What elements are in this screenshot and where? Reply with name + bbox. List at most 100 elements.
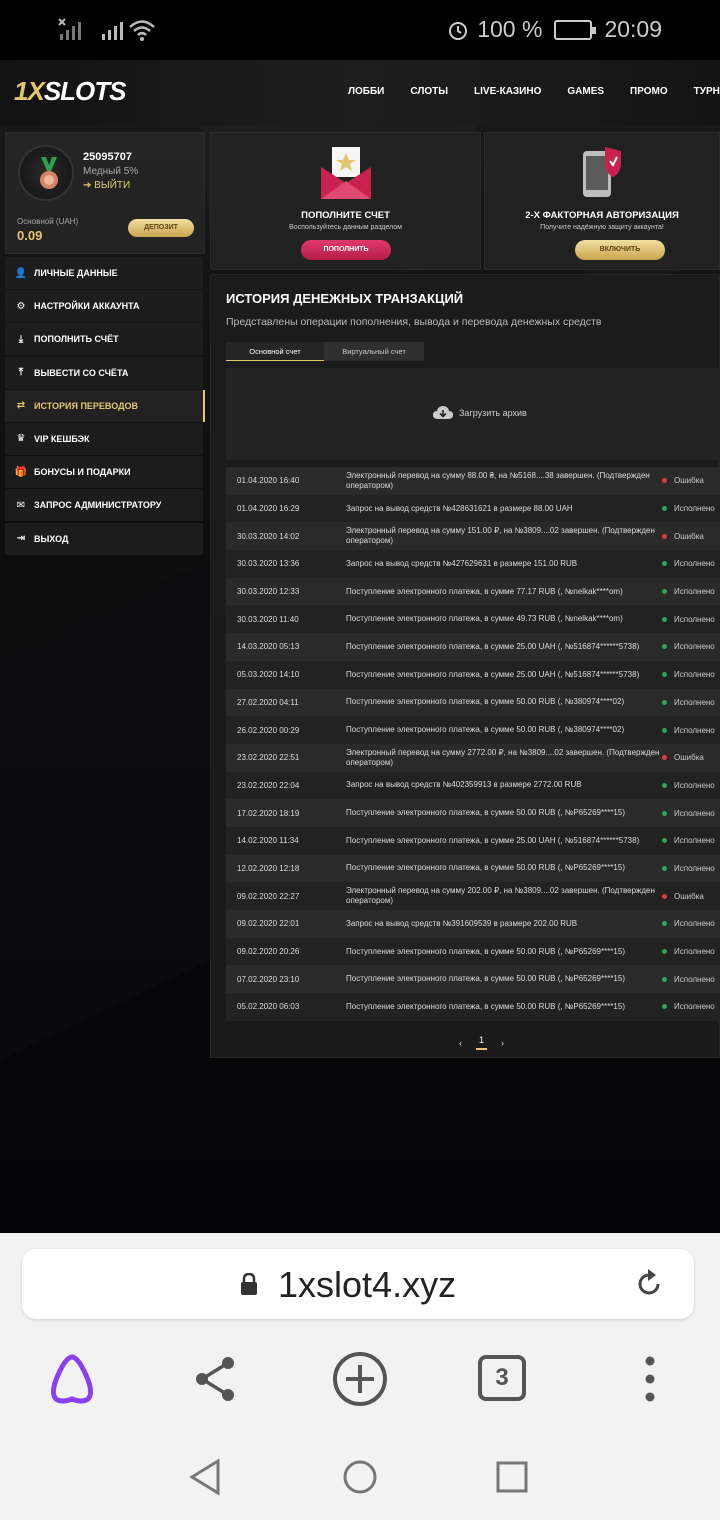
table-row: 09.02.2020 22:01 Запрос на вывод средств … (226, 910, 720, 938)
status-dot-icon (662, 672, 667, 678)
promo-2fa-button[interactable]: ВКЛЮЧИТЬ (575, 240, 665, 260)
menu-deposit[interactable]: ⤓ ПОПОЛНИТЬ СЧЁТ (5, 323, 203, 356)
status-dot-icon (662, 727, 667, 733)
tab-main-account[interactable]: Основной счет (226, 342, 324, 361)
exit-icon: ➔ (83, 180, 95, 191)
row-status: Исполнено (660, 781, 715, 790)
status-dot-icon (662, 1004, 667, 1010)
signal-no-service-icon (58, 18, 81, 40)
archive-area: Загрузить архив (226, 368, 720, 460)
promo-deposit-title: ПОПОЛНИТЕ СЧЕТ (301, 210, 390, 221)
menu-withdraw[interactable]: ⤒ ВЫВЕСТИ СО СЧЁТА (5, 356, 203, 389)
site-logo[interactable]: 1XSLOTS (14, 76, 126, 107)
phone-shield-icon (583, 147, 621, 197)
nav-tournaments[interactable]: ТУРНИРЫ (694, 86, 720, 97)
tab-virtual-account[interactable]: Виртуальный счет (324, 342, 424, 361)
download-icon: ⤓ (18, 333, 24, 345)
table-row: 01.04.2020 16:40 Электронный перевод на с… (226, 467, 720, 495)
alice-assistant-icon[interactable] (44, 1351, 100, 1407)
table-row: 23.02.2020 22:51 Электронный перевод на с… (226, 743, 720, 772)
row-status: Ошибка (660, 532, 704, 541)
table-row: 01.04.2020 16:29 Запрос на вывод средств … (226, 494, 720, 523)
nav-slots[interactable]: СЛОТЫ (410, 86, 448, 97)
promo-deposit-button[interactable]: ПОПОЛНИТЬ (301, 240, 391, 260)
row-status: Ошибка (660, 753, 704, 762)
promo-2fa-subtitle: Получите надёжную защиту аккаунта! (540, 224, 664, 231)
row-description: Запрос на вывод средств №427629631 в раз… (346, 558, 578, 568)
row-status: Исполнено (660, 947, 715, 956)
new-tab-icon[interactable] (332, 1351, 388, 1407)
status-dot-icon (662, 589, 667, 595)
reload-icon[interactable] (634, 1269, 664, 1299)
alarm-icon (449, 21, 468, 40)
row-description: Поступление электронного платежа, в сумм… (346, 808, 625, 818)
clock: 20:09 (604, 16, 662, 42)
share-icon[interactable] (188, 1351, 244, 1407)
menu-account-settings[interactable]: ⚙ НАСТРОЙКИ АККАУНТА (5, 290, 203, 323)
profile-card: 25095707 Медный 5% ➔ ВЫЙТИ Основной (UAH… (5, 132, 205, 254)
address-bar[interactable]: 1xslot4.xyz (22, 1249, 694, 1319)
table-row: 09.02.2020 20:26 Поступление электронного… (226, 937, 720, 966)
history-title: ИСТОРИЯ ДЕНЕЖНЫХ ТРАНЗАКЦИЙ (226, 291, 464, 306)
menu-bonuses[interactable]: 🎁 БОНУСЫ И ПОДАРКИ (5, 456, 203, 489)
row-status: Ошибка (660, 476, 704, 485)
tabs-count-button[interactable]: 3 (478, 1355, 526, 1401)
table-row: 27.02.2020 04:11 Поступление электронного… (226, 688, 720, 717)
row-status: Исполнено (660, 559, 715, 568)
more-menu-icon[interactable] (622, 1351, 678, 1407)
recents-icon[interactable] (492, 1457, 532, 1497)
home-icon[interactable] (340, 1457, 380, 1497)
nav-games[interactable]: GAMES (567, 86, 604, 97)
gift-icon: 🎁 (14, 466, 28, 478)
menu-vip-cashback[interactable]: ♛ VIP КЕШБЭК (5, 422, 203, 455)
page-next-icon[interactable]: › (501, 1038, 504, 1048)
user-id: 25095707 (83, 151, 132, 163)
row-date: 12.02.2020 12:18 (237, 863, 300, 873)
back-icon[interactable] (186, 1457, 226, 1497)
status-dot-icon (662, 561, 667, 567)
status-dot-icon (662, 616, 667, 622)
nav-lobby[interactable]: ЛОББИ (348, 86, 384, 97)
row-description: Поступление электронного платежа, в сумм… (346, 1001, 625, 1011)
row-date: 01.04.2020 16:40 (237, 476, 300, 486)
wifi-icon (129, 20, 155, 41)
row-status: Исполнено (660, 809, 715, 818)
table-row: 30.03.2020 14:02 Электронный перевод на с… (226, 522, 720, 551)
url-text[interactable]: 1xslot4.xyz (278, 1264, 456, 1306)
row-status: Исполнено (660, 836, 715, 845)
row-description: Поступление электронного платежа, в сумм… (346, 835, 640, 845)
status-dot-icon (662, 478, 667, 484)
menu-transfer-history[interactable]: ⇄ ИСТОРИЯ ПЕРЕВОДОВ (5, 389, 205, 422)
table-row: 12.02.2020 12:18 Поступление электронного… (226, 854, 720, 883)
menu-admin-request[interactable]: ✉ ЗАПРОС АДМИНИСТРАТОРУ (5, 489, 203, 522)
table-row: 30.03.2020 11:40 Поступление электронного… (226, 605, 720, 634)
row-date: 05.03.2020 14:10 (237, 670, 300, 680)
deposit-button[interactable]: ДЕПОЗИТ (128, 219, 194, 237)
row-description: Электронный перевод на сумму 202.00 ₽, н… (346, 886, 655, 906)
nav-promo[interactable]: ПРОМО (630, 86, 668, 97)
row-description: Поступление электронного платежа, в сумм… (346, 946, 625, 956)
row-description: Поступление электронного платежа, в сумм… (346, 697, 625, 707)
status-right: 100 % 20:09 (447, 16, 662, 43)
table-row: 05.02.2020 06:03 Поступление электронного… (226, 993, 720, 1021)
menu-logout[interactable]: ⇥ ВЫХОД (5, 522, 203, 555)
download-archive-button[interactable]: Загрузить архив (433, 406, 527, 420)
menu-personal-data[interactable]: 👤 ЛИЧНЫЕ ДАННЫЕ (5, 257, 203, 289)
row-description: Электронный перевод на сумму 88.00 ₴, на… (346, 470, 650, 490)
page-current[interactable]: 1 (476, 1035, 488, 1050)
logout-link[interactable]: ➔ ВЫЙТИ (83, 180, 130, 191)
row-date: 07.02.2020 23:10 (237, 974, 300, 984)
row-status: Исполнено (660, 698, 715, 707)
page-prev-icon[interactable]: ‹ (459, 1038, 462, 1048)
balance-value: 0.09 (17, 228, 43, 243)
signal-icon (102, 22, 123, 40)
row-date: 23.02.2020 22:04 (237, 780, 300, 790)
row-description: Поступление электронного платежа, в сумм… (346, 641, 640, 651)
status-dot-icon (662, 644, 667, 650)
nav-live-casino[interactable]: LIVE-КАЗИНО (474, 86, 541, 97)
row-description: Запрос на вывод средств №391609539 в раз… (346, 918, 578, 928)
promo-2fa-card: 2-Х ФАКТОРНАЯ АВТОРИЗАЦИЯ Получите надёж… (484, 132, 720, 270)
envelope-star-icon (320, 147, 371, 199)
table-row: 17.02.2020 18:19 Поступление электронного… (226, 799, 720, 827)
status-dot-icon (662, 893, 667, 899)
